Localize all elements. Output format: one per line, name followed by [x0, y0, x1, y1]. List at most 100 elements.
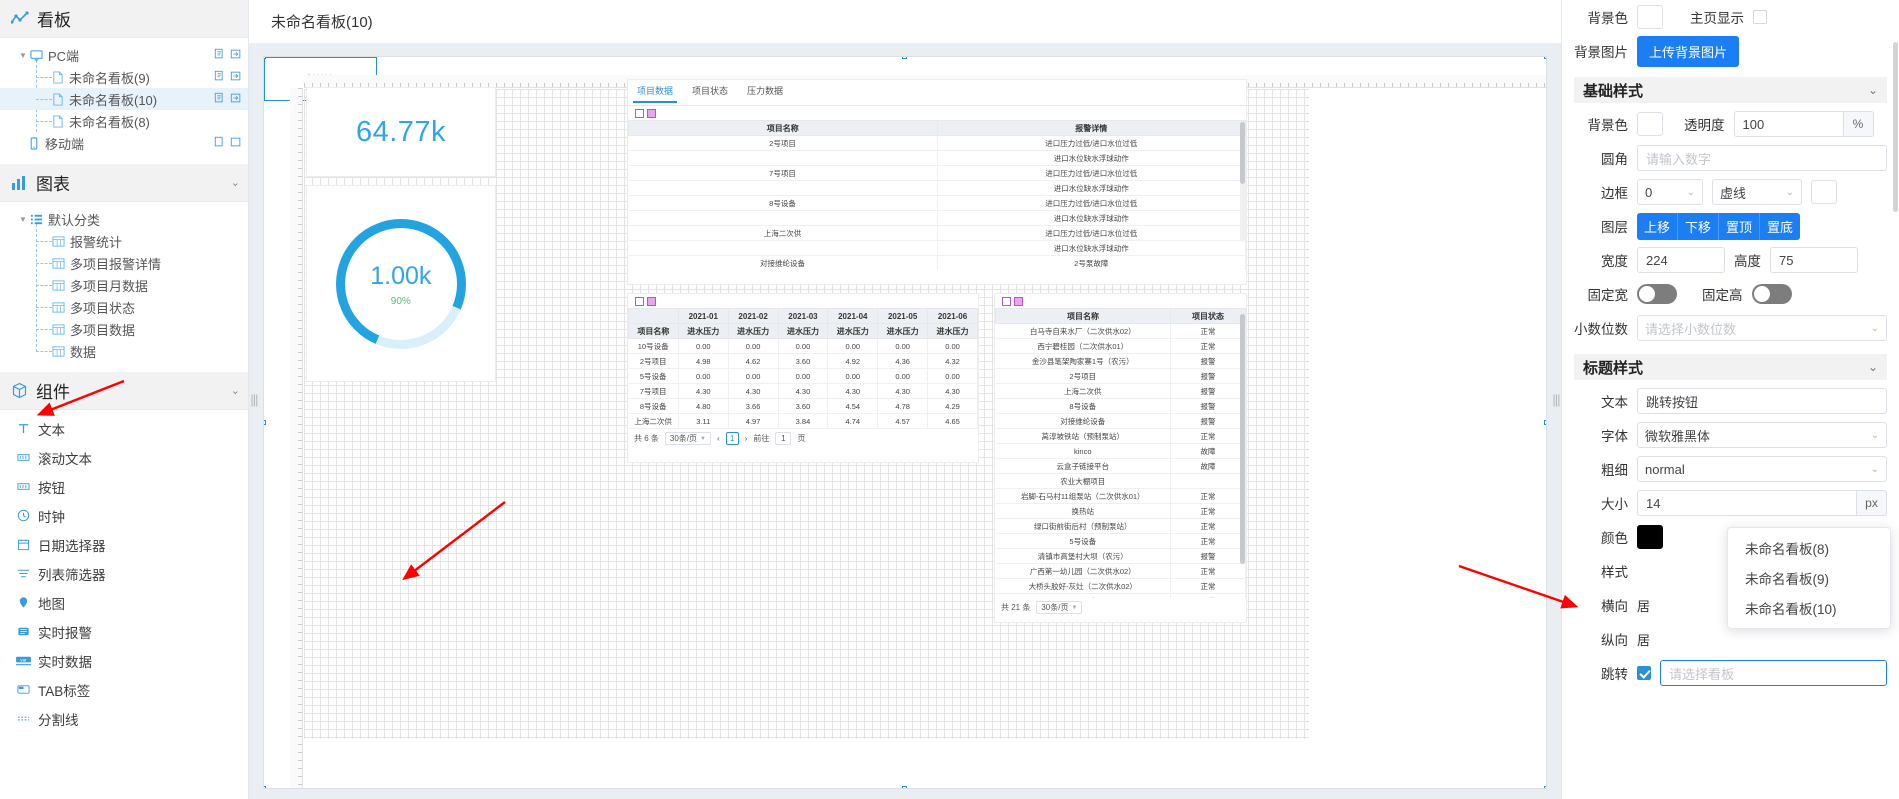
table-row[interactable]: 进口水位缺水浮球动作	[629, 151, 1246, 166]
copy-icon[interactable]	[214, 136, 226, 151]
table-row[interactable]: 广西第一幼儿园（二次供水02）正常	[996, 564, 1246, 579]
weight-select[interactable]: normal ⌄	[1637, 456, 1887, 482]
tab-table-widget[interactable]: 项目数据 项目状态 压力数据 项目名称 报警详情	[627, 79, 1247, 285]
table-row[interactable]: 清镇市高堡村大坝（农污）报警	[996, 549, 1246, 564]
resize-handle-nw[interactable]	[263, 56, 266, 59]
tree-node-chart-alarm-stats[interactable]: 报警统计	[0, 230, 248, 252]
left-splitter[interactable]: |||	[249, 0, 259, 799]
border-color-swatch[interactable]	[1811, 180, 1837, 204]
table-row[interactable]: 8号设备报警	[996, 399, 1246, 414]
tree-node-chart-month-data[interactable]: 多项目月数据	[0, 274, 248, 296]
resize-handle-s[interactable]	[902, 786, 907, 789]
table-row[interactable]: 2号项目报警	[996, 369, 1246, 384]
table-row[interactable]: 5号设备0.000.000.000.000.000.00	[629, 369, 978, 384]
print-icon[interactable]	[647, 109, 656, 118]
table-row[interactable]: 7号项目进口压力过低/进口水位过低	[629, 166, 1246, 181]
kpi-widget[interactable]: 64.77k	[306, 87, 496, 177]
layer-move-up-button[interactable]: 上移	[1637, 213, 1678, 240]
component-item-text[interactable]: 文本	[0, 414, 248, 443]
component-item-divider[interactable]: 分割线	[0, 704, 248, 733]
border-style-select[interactable]: 虚线 ⌄	[1712, 179, 1802, 205]
layer-bring-front-button[interactable]: 置顶	[1719, 213, 1760, 240]
tab-project-status[interactable]: 项目状态	[691, 84, 729, 102]
pager-next[interactable]: ›	[745, 434, 748, 443]
chevron-down-icon[interactable]: ⌄	[231, 176, 240, 189]
text-input[interactable]: 跳转按钮	[1637, 388, 1887, 414]
resize-handle-w[interactable]	[263, 420, 266, 425]
resize-handle-n[interactable]	[902, 56, 907, 59]
tree-node-chart-alarm-detail[interactable]: 多项目报警详情	[0, 252, 248, 274]
dropdown-option-board-9[interactable]: 未命名看板(9)	[1728, 563, 1890, 593]
component-item-realtime-data[interactable]: var 实时数据	[0, 646, 248, 675]
fixed-width-toggle[interactable]	[1637, 284, 1677, 304]
design-canvas[interactable]: 64.77k 1.00k 90% 项目数据 项目状态	[263, 56, 1547, 789]
component-item-button[interactable]: 按钮	[0, 472, 248, 501]
table-row[interactable]: 上海二次供报警	[996, 384, 1246, 399]
table-row[interactable]: 进口水位缺水浮球动作	[629, 241, 1246, 256]
tree-node-chart-multi-data[interactable]: 多项目数据	[0, 318, 248, 340]
tree-node-board-8[interactable]: 未命名看板(8)	[0, 110, 248, 132]
table-row[interactable]: 8号设备进口压力过低/进口水位过低	[629, 196, 1246, 211]
table-row[interactable]: 8号设备4.803.663.604.544.784.29	[629, 399, 978, 414]
table-row[interactable]: 农业大棚项目	[996, 474, 1246, 489]
table-row[interactable]: kinco故障	[996, 444, 1246, 459]
tree-node-chart-status[interactable]: 多项目状态	[0, 296, 248, 318]
board-section-header[interactable]: 看板	[0, 0, 248, 38]
font-color-swatch[interactable]	[1637, 525, 1663, 549]
table-row[interactable]: 对接维纶设备报警	[996, 414, 1246, 429]
tree-node-mobile[interactable]: 移动端	[0, 132, 248, 154]
table-row[interactable]: 进口水位缺水浮球动作	[629, 181, 1246, 196]
table-row[interactable]: 2号项目4.984.623.604.924.364.32	[629, 354, 978, 369]
basic-bg-color-swatch[interactable]	[1637, 112, 1663, 136]
radius-input[interactable]: 请输入数字	[1637, 145, 1887, 171]
status-table-widget[interactable]: 项目名称 项目状态 白马寺自来水厂（二次供水02）正常 西宁碧桂园（二次供水01…	[994, 293, 1247, 623]
canvas-scroll-region[interactable]: 64.77k 1.00k 90% 项目数据 项目状态	[249, 44, 1561, 799]
tree-node-default-category[interactable]: ▼ 默认分类	[0, 208, 248, 230]
table-row[interactable]: 换热站正常	[996, 504, 1246, 519]
chevron-down-icon[interactable]: ⌄	[231, 384, 240, 397]
table-row[interactable]: 5号设备正常	[996, 534, 1246, 549]
fixed-height-toggle[interactable]	[1752, 284, 1792, 304]
table-row[interactable]: 莴淳坡铁站（预制泵站）正常	[996, 429, 1246, 444]
copy-icon[interactable]	[214, 48, 226, 63]
tree-node-board-9[interactable]: 未命名看板(9)	[0, 66, 248, 88]
dropdown-option-board-10[interactable]: 未命名看板(10)	[1728, 593, 1890, 623]
chevron-down-icon[interactable]: ▼	[16, 51, 30, 60]
board-select-dropdown[interactable]: 未命名看板(8) 未命名看板(9) 未命名看板(10)	[1727, 527, 1891, 629]
tab-table-body[interactable]: 项目名称 报警详情 2号项目进口压力过低/进口水位过低 进口水位缺水浮球动作 7…	[628, 120, 1246, 270]
jump-board-select[interactable]: 请选择看板	[1660, 660, 1887, 686]
table-row[interactable]: 上海二次供3.114.973.844.744.574.65	[629, 414, 978, 429]
resize-handle-ne[interactable]	[1544, 56, 1547, 59]
component-item-datepicker[interactable]: 日期选择器	[0, 530, 248, 559]
title-style-section-header[interactable]: 标题样式 ⌄	[1574, 354, 1887, 380]
properties-scrollbar-thumb[interactable]	[1893, 42, 1898, 212]
month-data-widget[interactable]: 2021-01 2021-02 2021-03 2021-04 2021-05 …	[627, 293, 979, 463]
pager-page-size[interactable]: 30条/页 ▼	[1036, 601, 1082, 614]
print-icon[interactable]	[647, 297, 656, 306]
excel-export-icon[interactable]	[635, 109, 644, 118]
component-item-tab[interactable]: TAB标签	[0, 675, 248, 704]
pager-page-1[interactable]: 1	[726, 432, 739, 445]
component-item-realtime-alarm[interactable]: 实时报警	[0, 617, 248, 646]
tree-node-chart-data[interactable]: 数据	[0, 340, 248, 362]
home-display-checkbox[interactable]	[1753, 10, 1767, 24]
table-row[interactable]: 大桥头胶好-灰灶（二次供水02）正常	[996, 579, 1246, 594]
table-row[interactable]: 岩脚-石马村11组泵站（二次供水01）正常	[996, 489, 1246, 504]
chevron-down-icon[interactable]: ⌄	[1868, 83, 1878, 97]
table-row[interactable]: 上海二次供进口压力过低/进口水位过低	[629, 226, 1246, 241]
pager-page-size[interactable]: 30条/页 ▼	[665, 432, 711, 445]
table-row[interactable]: 绿口街前街后村（预制泵站）正常	[996, 519, 1246, 534]
chevron-down-icon[interactable]: ⌄	[1868, 360, 1878, 374]
right-splitter[interactable]: |||	[1551, 0, 1561, 799]
tree-node-pc[interactable]: ▼ PC端	[0, 44, 248, 66]
tab-pressure-data[interactable]: 压力数据	[746, 84, 784, 102]
chevron-down-icon[interactable]: ▼	[16, 215, 30, 224]
table-row[interactable]: 2号项目进口压力过低/进口水位过低	[629, 136, 1246, 151]
height-input[interactable]: 75	[1770, 247, 1858, 273]
export-icon[interactable]	[230, 70, 242, 85]
excel-export-icon[interactable]	[1002, 297, 1011, 306]
basic-style-section-header[interactable]: 基础样式 ⌄	[1574, 77, 1887, 103]
component-item-list-filter[interactable]: 列表筛选器	[0, 559, 248, 588]
print-icon[interactable]	[1014, 297, 1023, 306]
table-row[interactable]: 对接维纶设备2号泵故障	[629, 256, 1246, 271]
